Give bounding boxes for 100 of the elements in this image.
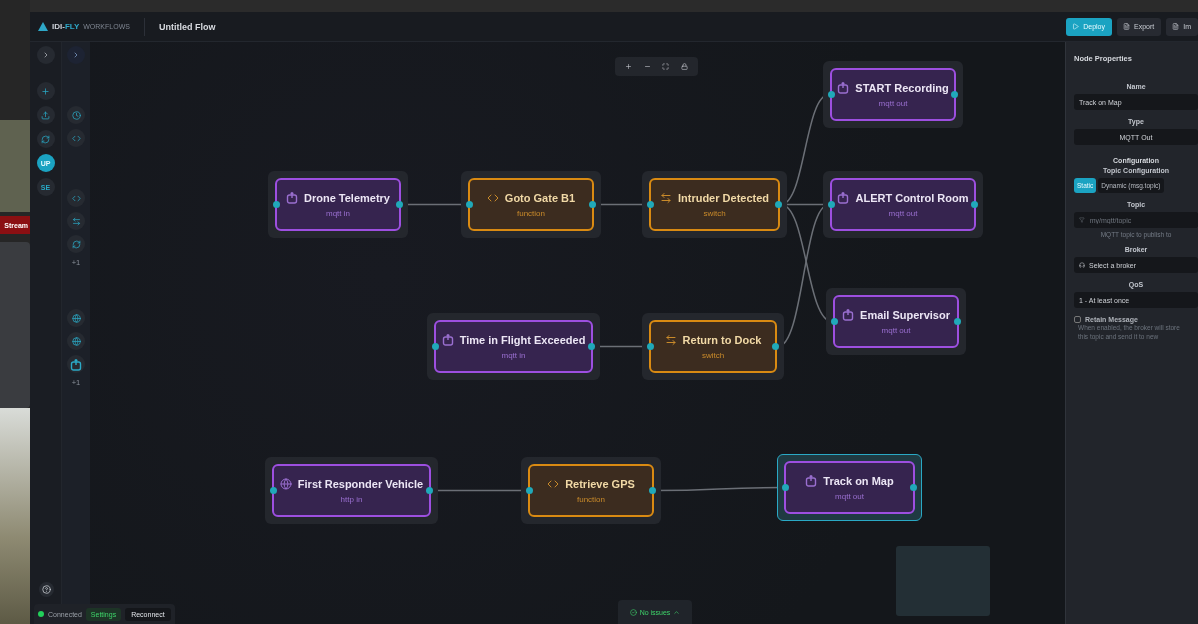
clock-icon [71, 110, 81, 120]
node-title: ALERT Control Room [855, 191, 969, 204]
output-port[interactable] [589, 201, 596, 208]
sync-button[interactable] [36, 130, 55, 148]
node-type: mqtt out [835, 492, 864, 501]
zoom-in-button[interactable] [624, 63, 632, 70]
input-port[interactable] [270, 487, 277, 494]
plug-icon [286, 191, 298, 204]
globe-icon [279, 477, 292, 490]
input-port[interactable] [828, 91, 835, 98]
swap-arrows-icon [659, 191, 672, 204]
chevron-up-icon [673, 608, 681, 616]
flow-node[interactable]: First Responder Vehicle http in [265, 457, 438, 524]
palette-item[interactable] [67, 332, 85, 350]
swap-arrows-icon [664, 333, 677, 346]
flow-node[interactable]: START Recording mqtt out [823, 61, 963, 128]
node-type: http in [340, 494, 363, 504]
node-title: START Recording [855, 81, 949, 94]
flow-node[interactable]: Email Supervisor mqtt out [826, 288, 966, 355]
input-port[interactable] [828, 201, 835, 208]
node-type: mqtt out [888, 209, 918, 218]
flow-node[interactable]: Goto Gate B1 function [461, 171, 601, 238]
check-circle-icon [629, 608, 637, 616]
palette-item[interactable] [67, 235, 85, 253]
plug-icon [441, 333, 454, 346]
output-port[interactable] [971, 201, 978, 208]
file-icon [1123, 23, 1130, 30]
output-port[interactable] [588, 343, 595, 350]
flow-node[interactable]: Time in Flight Exceeded mqtt in [427, 313, 600, 380]
node-type: function [577, 494, 605, 504]
plug-icon [70, 357, 82, 371]
output-port[interactable] [396, 201, 403, 208]
globe-icon [71, 313, 81, 323]
node-title: Goto Gate B1 [504, 191, 576, 204]
plug-icon [837, 191, 850, 204]
input-port[interactable] [466, 201, 473, 208]
flow-node[interactable]: Retrieve GPS function [521, 457, 661, 524]
node-type: mqtt out [881, 326, 911, 335]
flow-node[interactable]: Drone Telemetry mqtt in [268, 171, 408, 238]
globe-icon [71, 336, 81, 346]
node-title: Drone Telemetry [304, 191, 390, 204]
node-type: switch [701, 350, 725, 360]
plug-icon [805, 474, 818, 487]
plus-icon [41, 86, 50, 96]
output-port[interactable] [772, 343, 779, 350]
input-port[interactable] [647, 201, 654, 208]
logo-icon [38, 22, 48, 31]
checkbox[interactable] [1074, 316, 1081, 323]
lock-button[interactable] [681, 63, 689, 70]
swap-arrows-icon [71, 216, 81, 226]
node-title: Return to Dock [682, 333, 762, 346]
flow-title: Untitled Flow [158, 21, 216, 32]
palette-item[interactable] [67, 189, 85, 207]
node-title: Email Supervisor [860, 308, 950, 321]
input-port[interactable] [831, 318, 838, 325]
node-title: Retrieve GPS [565, 477, 635, 490]
node-title: Time in Flight Exceeded [459, 333, 586, 346]
file-icon [1172, 23, 1180, 30]
code-icon [71, 133, 81, 143]
minus-icon [643, 63, 651, 70]
node-type: mqtt out [878, 99, 908, 108]
logo-text: IDI-FLY [52, 22, 80, 31]
lock-icon [681, 63, 689, 70]
flow-node[interactable]: Intruder Detected switch [642, 171, 787, 238]
node-type: switch [703, 208, 726, 218]
plug-icon [837, 81, 850, 94]
plus-icon [624, 63, 632, 70]
input-port[interactable] [432, 343, 439, 350]
output-port[interactable] [649, 487, 656, 494]
palette-item[interactable] [67, 106, 85, 124]
output-port[interactable] [775, 201, 782, 208]
play-icon [1072, 23, 1080, 30]
filter-icon [1079, 217, 1085, 223]
palette-item[interactable] [67, 355, 85, 373]
fit-view-icon [662, 63, 670, 70]
flow-node[interactable]: Track on Map mqtt out [777, 454, 922, 521]
flow-node[interactable]: Return to Dock switch [642, 313, 784, 380]
node-type: function [517, 208, 545, 218]
output-port[interactable] [426, 487, 433, 494]
output-port[interactable] [954, 318, 961, 325]
palette-item[interactable] [67, 309, 85, 327]
node-title: First Responder Vehicle [297, 477, 424, 490]
flow-node[interactable]: ALERT Control Room mqtt out [823, 171, 983, 238]
node-type: mqtt in [326, 209, 350, 218]
palette-item[interactable] [67, 129, 85, 147]
upload-button[interactable] [36, 106, 55, 124]
node-title: Track on Map [823, 474, 894, 487]
input-port[interactable] [782, 484, 789, 491]
input-port[interactable] [273, 201, 280, 208]
headset-icon [1079, 262, 1085, 268]
plug-icon [842, 308, 855, 321]
zoom-out-button[interactable] [643, 63, 651, 70]
upload-icon [41, 110, 50, 120]
add-button[interactable] [36, 82, 55, 100]
input-port[interactable] [526, 487, 533, 494]
input-port[interactable] [647, 343, 654, 350]
output-port[interactable] [910, 484, 917, 491]
output-port[interactable] [951, 91, 958, 98]
refresh-icon [41, 134, 50, 144]
palette-item[interactable] [67, 212, 85, 230]
